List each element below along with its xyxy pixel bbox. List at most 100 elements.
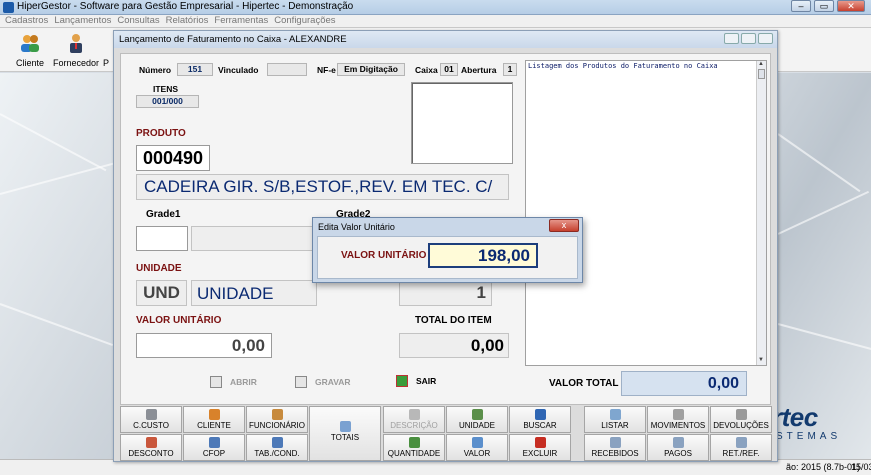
decor-line	[777, 323, 871, 351]
buscar-button[interactable]: BUSCAR	[509, 406, 571, 433]
supplier-icon	[70, 34, 82, 53]
totals-icon	[339, 421, 351, 432]
gravar-icon	[295, 376, 307, 388]
funcionario-button[interactable]: FUNCIONÁRIO	[246, 406, 308, 433]
grade1-desc-field	[191, 226, 317, 251]
menu-configuracoes[interactable]: Configurações	[271, 15, 338, 27]
menu-lancamentos[interactable]: Lançamentos	[51, 15, 114, 27]
grade1-input[interactable]	[136, 226, 188, 251]
scroll-thumb[interactable]	[758, 69, 765, 79]
movimentos-button[interactable]: MOVIMENTOS	[647, 406, 709, 433]
menu-consultas[interactable]: Consultas	[114, 15, 162, 27]
paid-icon	[672, 437, 684, 448]
grade1-label: Grade1	[146, 209, 181, 220]
dialog-body: VALOR UNITÁRIO 198,00	[317, 236, 578, 279]
vinculado-value	[267, 63, 307, 76]
abrir-label: ABRIR	[230, 377, 257, 387]
sair-button[interactable]: SAIR	[396, 375, 436, 387]
product-icon	[101, 32, 111, 54]
pagos-label: PAGOS	[664, 449, 692, 458]
listar-label: LISTAR	[601, 421, 629, 430]
tabcond-button[interactable]: TAB./COND.	[246, 434, 308, 461]
delete-icon	[534, 437, 546, 448]
caixa-label: Caixa	[415, 65, 438, 75]
abrir-icon	[210, 376, 222, 388]
menu-bar: Cadastros Lançamentos Consultas Relatóri…	[0, 15, 871, 28]
totais-button[interactable]: TOTAIS	[309, 406, 381, 461]
ccusto-button[interactable]: C.CUSTO	[120, 406, 182, 433]
valor-total-field: 0,00	[621, 371, 747, 396]
child-window-controls	[724, 33, 773, 44]
quantidade-label: QUANTIDADE	[387, 449, 441, 458]
status-version: ão: 2015 (8.7b-01)	[786, 462, 861, 472]
action-button-grid: C.CUSTO CLIENTE FUNCIONÁRIO TOTAIS DESCR…	[120, 406, 773, 462]
dialog-close-icon[interactable]: x	[549, 219, 579, 232]
desconto-button[interactable]: DESCONTO	[120, 434, 182, 461]
description-icon	[408, 409, 420, 420]
quantidade-field: 1	[399, 280, 492, 306]
excluir-label: EXCLUIR	[522, 449, 558, 458]
cfop-icon	[208, 437, 220, 448]
descricao-button[interactable]: DESCRIÇÃO	[383, 406, 445, 433]
total-item-label: TOTAL DO ITEM	[415, 315, 492, 326]
itens-label: ITENS	[153, 84, 179, 94]
close-icon[interactable]: ✕	[837, 0, 865, 12]
toolbar-produto-button[interactable]: P	[99, 30, 113, 70]
abrir-button[interactable]: ABRIR	[210, 376, 257, 388]
child-titlebar: Lançamento de Faturamento no Caixa - ALE…	[114, 31, 777, 48]
window-controls: – ▭ ✕	[791, 0, 865, 12]
toolbar-fornecedor-button[interactable]: Fornecedor	[53, 30, 99, 70]
numero-value: 151	[177, 63, 213, 76]
list-icon	[609, 409, 621, 420]
cliente-button[interactable]: CLIENTE	[183, 406, 245, 433]
gravar-button[interactable]: GRAVAR	[295, 376, 351, 388]
dialog-value-label: VALOR UNITÁRIO	[341, 250, 427, 261]
scroll-down-icon[interactable]: ▼	[758, 357, 764, 363]
edit-unit-value-dialog: Edita Valor Unitário x VALOR UNITÁRIO 19…	[312, 217, 583, 283]
total-item-field: 0,00	[399, 333, 509, 358]
listar-button[interactable]: LISTAR	[584, 406, 646, 433]
unidade-button[interactable]: UNIDADE	[446, 406, 508, 433]
cost-center-icon	[145, 409, 157, 420]
cfop-button[interactable]: CFOP	[183, 434, 245, 461]
devolucoes-button[interactable]: DEVOLUÇÕES	[710, 406, 772, 433]
scroll-up-icon[interactable]: ▲	[758, 61, 764, 67]
valor-unitario-label: VALOR UNITÁRIO	[136, 315, 222, 326]
quantidade-button[interactable]: QUANTIDADE	[383, 434, 445, 461]
valor-button[interactable]: VALOR	[446, 434, 508, 461]
employee-icon	[271, 409, 283, 420]
recebidos-label: RECEBIDOS	[591, 449, 639, 458]
child-close-icon[interactable]	[758, 33, 773, 44]
caixa-value: 01	[440, 63, 458, 76]
valor-unitario-input[interactable]: 0,00	[136, 333, 272, 358]
produtos-listing[interactable]: Listagem dos Produtos do Faturamento no …	[525, 60, 767, 366]
discount-icon	[145, 437, 157, 448]
retref-button[interactable]: RET./REF.	[710, 434, 772, 461]
toolbar-cliente-button[interactable]: Cliente	[7, 30, 53, 70]
valor-total-label: VALOR TOTAL	[549, 378, 619, 389]
value-icon	[471, 437, 483, 448]
toolbar-cliente-label: Cliente	[15, 58, 44, 68]
excluir-button[interactable]: EXCLUIR	[509, 434, 571, 461]
menu-relatorios[interactable]: Relatórios	[163, 15, 212, 27]
movements-icon	[672, 409, 684, 420]
maximize-icon[interactable]: ▭	[814, 0, 834, 12]
product-image	[411, 82, 513, 164]
pagos-button[interactable]: PAGOS	[647, 434, 709, 461]
users-icon	[21, 35, 39, 52]
unit-value-input[interactable]: 198,00	[428, 243, 538, 268]
child-maximize-icon[interactable]	[741, 33, 756, 44]
recebidos-button[interactable]: RECEBIDOS	[584, 434, 646, 461]
produto-codigo-input[interactable]: 000490	[136, 145, 210, 171]
returns-icon	[735, 409, 747, 420]
minimize-icon[interactable]: –	[791, 0, 811, 12]
cliente-label: CLIENTE	[197, 421, 231, 430]
child-minimize-icon[interactable]	[724, 33, 739, 44]
produto-descricao-field: CADEIRA GIR. S/B,ESTOF.,REV. EM TEC. C/	[136, 174, 509, 200]
exit-icon	[396, 375, 408, 387]
retref-label: RET./REF.	[722, 449, 760, 458]
decor-line	[0, 113, 107, 172]
menu-cadastros[interactable]: Cadastros	[2, 15, 51, 27]
listing-scrollbar[interactable]: ▲ ▼	[756, 61, 766, 365]
menu-ferramentas[interactable]: Ferramentas	[211, 15, 271, 27]
